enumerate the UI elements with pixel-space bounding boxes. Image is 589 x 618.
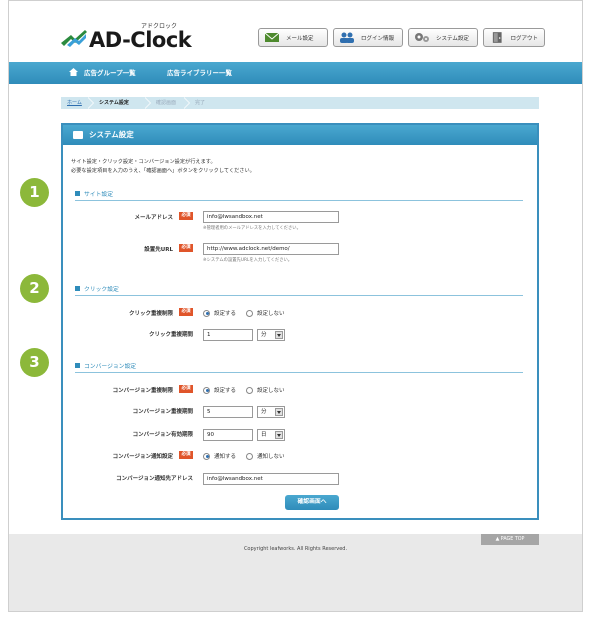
- click-period-unit-value: 分: [261, 332, 267, 338]
- section-title-site: サイト設定: [75, 189, 113, 198]
- required-badge: 必須: [179, 212, 193, 220]
- divider: [75, 372, 523, 373]
- breadcrumb-home[interactable]: ホーム: [67, 97, 82, 109]
- required-badge: 必須: [179, 244, 193, 252]
- conversion-notify-label: コンバージョン通知設定: [112, 454, 173, 460]
- breadcrumb-done: 完了: [195, 100, 206, 106]
- footer: Copyright leafworks. All Rights Reserved…: [9, 534, 582, 611]
- chevron-down-icon: [275, 431, 283, 439]
- divider: [75, 295, 523, 296]
- conversion-dup-off-label: 設定しない: [257, 388, 285, 394]
- confirm-button[interactable]: 確認画面へ: [285, 495, 339, 510]
- conversion-period-label: コンバージョン重複期間: [132, 409, 193, 415]
- click-dup-off-label: 設定しない: [257, 311, 285, 317]
- site-url-input[interactable]: http://www.adclock.net/demo/: [203, 243, 339, 255]
- page-frame: アドクロック AD-Clock メール設定 ログイン情報 システム設定 ログアウ…: [8, 0, 583, 612]
- click-period-unit-select[interactable]: 分: [257, 329, 285, 341]
- logo-text: AD-Clock: [89, 28, 192, 52]
- copyright: Copyright leafworks. All Rights Reserved…: [243, 546, 348, 552]
- page-top-button[interactable]: ▲ PAGE TOP: [481, 534, 539, 545]
- required-badge: 必須: [179, 308, 193, 316]
- gear-icon: [415, 33, 429, 42]
- door-icon: [492, 32, 502, 43]
- conversion-valid-label: コンバージョン有効期限: [132, 432, 193, 438]
- panel-header: システム設定: [63, 125, 537, 145]
- logout-button[interactable]: ログアウト: [483, 28, 545, 47]
- mail-settings-label: メール設定: [286, 35, 314, 42]
- nav-ad-groups[interactable]: 広告グループ一覧: [69, 62, 136, 84]
- click-dup-label: クリック重複制限: [128, 311, 173, 317]
- logo[interactable]: アドクロック AD-Clock: [61, 17, 201, 53]
- breadcrumb-system: システム設定: [99, 100, 129, 106]
- window-icon: [73, 131, 83, 139]
- nav-ad-library[interactable]: 広告ライブラリー一覧: [167, 62, 232, 84]
- site-url-label: 設置先URL: [144, 247, 173, 253]
- conversion-valid-input[interactable]: 90: [203, 429, 253, 441]
- site-url-note: ※システムの設置先URLを入力してください。: [203, 258, 293, 263]
- nav-ad-library-label: 広告ライブラリー一覧: [167, 69, 232, 77]
- step-badge-3: 3: [20, 348, 49, 377]
- mail-address-input[interactable]: info@lwsandbox.net: [203, 211, 339, 223]
- click-dup-on-radio[interactable]: [203, 309, 210, 317]
- conversion-dup-label: コンバージョン重複制限: [112, 388, 173, 394]
- system-settings-button[interactable]: システム設定: [408, 28, 478, 47]
- logo-arrow-icon: [61, 30, 87, 47]
- step-badge-2: 2: [20, 274, 49, 303]
- conversion-valid-unit-select[interactable]: 日: [257, 429, 285, 441]
- panel-intro: サイト設定・クリック設定・コンバージョン設定が行えます。 必要な設定項目を入力の…: [71, 158, 255, 176]
- click-dup-radio-group: 設定する 設定しない: [203, 309, 285, 317]
- logout-label: ログアウト: [510, 35, 538, 42]
- chevron-down-icon: [275, 331, 283, 339]
- login-info-button[interactable]: ログイン情報: [333, 28, 403, 47]
- users-icon: [340, 32, 354, 43]
- click-period-input[interactable]: 1: [203, 329, 253, 341]
- chevron-down-icon: [275, 408, 283, 416]
- breadcrumb-confirm: 確認画面: [156, 100, 177, 106]
- conversion-dup-on-radio[interactable]: [203, 386, 210, 394]
- conversion-notify-mail-label: コンバージョン通知先アドレス: [116, 476, 193, 482]
- divider: [75, 200, 523, 201]
- click-dup-on-label: 設定する: [214, 311, 237, 317]
- conversion-notify-on-radio[interactable]: [203, 452, 210, 460]
- section-title-conversion-label: コンバージョン設定: [84, 364, 137, 370]
- conversion-notify-off-radio[interactable]: [246, 452, 254, 460]
- conversion-notify-mail-input[interactable]: info@lwsandbox.net: [203, 473, 339, 485]
- conversion-dup-on-label: 設定する: [214, 388, 237, 394]
- mail-address-label: メールアドレス: [134, 215, 173, 221]
- conversion-period-input[interactable]: 5: [203, 406, 253, 418]
- mail-icon: [264, 32, 280, 42]
- mail-settings-button[interactable]: メール設定: [258, 28, 328, 47]
- main-nav: 広告グループ一覧 広告ライブラリー一覧: [9, 62, 582, 84]
- section-title-click-label: クリック設定: [84, 287, 119, 293]
- mail-address-note: ※管理者用のメールアドレスを入力してください。: [203, 226, 301, 231]
- nav-ad-groups-label: 広告グループ一覧: [84, 69, 136, 77]
- conversion-dup-off-radio[interactable]: [246, 386, 254, 394]
- step-badge-1: 1: [20, 178, 49, 207]
- section-title-conversion: コンバージョン設定: [75, 361, 136, 370]
- login-info-label: ログイン情報: [361, 35, 395, 42]
- conversion-dup-radio-group: 設定する 設定しない: [203, 386, 285, 394]
- conversion-period-unit-value: 分: [261, 409, 267, 415]
- conversion-valid-unit-value: 日: [261, 432, 267, 438]
- intro-line-1: サイト設定・クリック設定・コンバージョン設定が行えます。: [71, 159, 216, 165]
- home-icon: [69, 68, 78, 76]
- conversion-notify-radio-group: 通知する 通知しない: [203, 452, 285, 460]
- breadcrumb: ホーム システム設定 確認画面 完了: [61, 97, 539, 109]
- section-title-site-label: サイト設定: [84, 192, 113, 198]
- panel-title: システム設定: [89, 130, 134, 139]
- click-period-label: クリック重複期間: [148, 332, 193, 338]
- required-badge: 必須: [179, 451, 193, 459]
- conversion-notify-off-label: 通知しない: [257, 454, 285, 460]
- system-settings-label: システム設定: [436, 35, 469, 42]
- required-badge: 必須: [179, 385, 193, 393]
- conversion-period-unit-select[interactable]: 分: [257, 406, 285, 418]
- click-dup-off-radio[interactable]: [246, 309, 254, 317]
- section-title-click: クリック設定: [75, 284, 119, 293]
- conversion-notify-on-label: 通知する: [214, 454, 237, 460]
- intro-line-2: 必要な設定項目を入力のうえ、「確認画面へ」ボタンをクリックしてください。: [71, 168, 255, 174]
- system-settings-panel: システム設定 サイト設定・クリック設定・コンバージョン設定が行えます。 必要な設…: [61, 123, 539, 520]
